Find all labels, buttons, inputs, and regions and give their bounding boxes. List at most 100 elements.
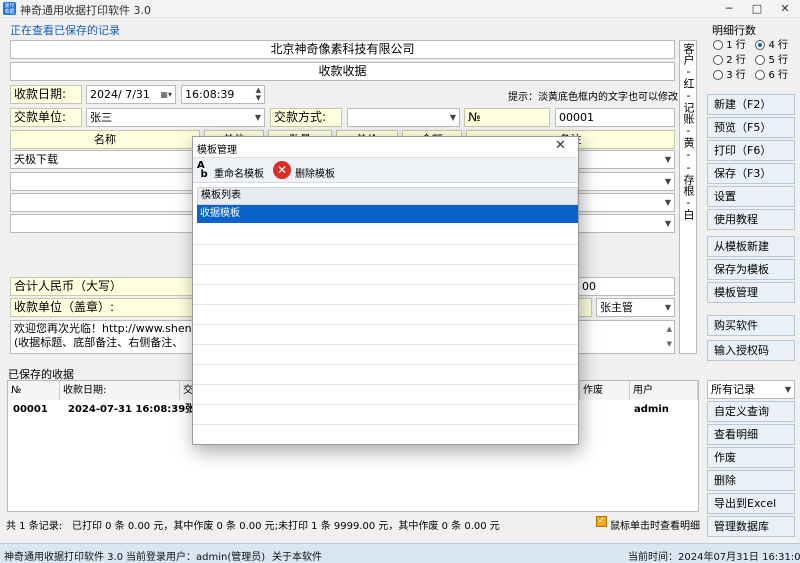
radio-4-row[interactable]: 4 行 [755,40,788,51]
radio-1-row[interactable]: 1 行 [713,40,746,51]
side-note-field[interactable]: 客户-红-记账-黄--存根-白 [679,40,697,354]
chevron-down-icon: ▼ [664,303,671,312]
chevron-down-icon: ▼ [664,219,671,228]
summary-printed: 已打印 0 条 0.00 元，其中作废 0 条 0.00 元; [72,521,279,532]
minimize-button[interactable]: ─ [716,0,742,18]
detail-rows-title: 明细行数 [712,24,756,37]
payer-label[interactable]: 交款单位: [10,108,82,127]
view-detail-button[interactable]: 查看明细 [707,424,795,445]
calendar-icon[interactable]: ▦▾ [160,86,172,103]
settings-button[interactable]: 设置 [707,186,795,207]
new-button[interactable]: 新建（F2） [707,94,795,115]
chevron-down-icon: ▼ [784,385,791,394]
buy-software-button[interactable]: 购买软件 [707,315,795,336]
delete-button[interactable]: 删除 [707,470,795,491]
saved-col-void[interactable]: 作废 [580,381,630,400]
receipt-title-field[interactable]: 收款收据 [10,62,675,81]
row-user: admin [634,404,669,415]
export-excel-button[interactable]: 导出到Excel [707,493,795,514]
handler-select[interactable]: 张主管 ▼ [596,298,675,317]
void-button[interactable]: 作废 [707,447,795,468]
item-row-3-name[interactable] [10,193,200,212]
col-name-header[interactable]: 名称 [10,130,200,149]
method-label[interactable]: 交款方式: [270,108,342,127]
record-filter-select[interactable]: 所有记录 ▼ [707,380,795,399]
row-no: 00001 [13,404,48,415]
about-link[interactable]: 关于本软件 [272,548,322,563]
rename-icon: A b [197,160,208,180]
number-label[interactable]: № [464,108,550,127]
handler-value: 张主管 [600,301,633,314]
title-bar: 速印收据 神奇通用收据打印软件 3.0 ─ □ ✕ [0,0,800,18]
total-amount-field[interactable]: 00 [578,277,675,296]
status-app-name: 神奇通用收据打印软件 3.0 [4,552,124,563]
item-row-2-note[interactable]: ▼ [578,172,675,191]
side-note-text: 客户-红-记账-黄--存根-白 [682,43,695,220]
template-manage-button[interactable]: 模板管理 [707,282,795,303]
chevron-down-icon: ▼ [664,155,671,164]
manage-database-button[interactable]: 管理数据库 [707,516,795,537]
save-as-template-button[interactable]: 保存为模板 [707,259,795,280]
hint-text: 提示：淡黄底色框内的文字也可以修改 [508,92,678,103]
saved-col-date[interactable]: 收款日期: [60,381,180,400]
delete-x-icon: ✕ [273,161,291,179]
custom-query-button[interactable]: 自定义查询 [707,401,795,422]
license-code-button[interactable]: 输入授权码 [707,340,795,361]
spinner-icon[interactable]: ▲ ▼ [256,86,261,102]
chevron-down-icon: ▼ [664,177,671,186]
date-picker[interactable]: 2024/ 7/31 ▦▾ [86,85,176,104]
maximize-button[interactable]: □ [744,0,770,18]
radio-3-row[interactable]: 3 行 [713,70,746,81]
handler-label[interactable] [578,298,592,317]
close-window-button[interactable]: ✕ [772,0,798,18]
stamp-label[interactable]: 收款单位（盖章）: [10,298,200,317]
window-title: 神奇通用收据打印软件 3.0 [20,4,151,17]
item-row-1-name[interactable]: 天极下载 [10,150,200,169]
saved-col-no[interactable]: № [8,381,60,400]
dialog-title: 模板管理 [197,145,237,156]
time-picker[interactable]: 16:08:39 ▲ ▼ [181,85,265,104]
status-user: 当前登录用户：admin(管理员) [126,552,266,563]
company-field[interactable]: 北京神奇像素科技有限公司 [10,40,675,59]
app-logo-icon: 速印收据 [3,2,16,15]
preview-button[interactable]: 预览（F5） [707,117,795,138]
dialog-close-icon[interactable]: ✕ [555,138,566,153]
radio-5-row[interactable]: 5 行 [755,55,788,66]
chevron-down-icon: ▼ [664,198,671,207]
item-row-3-note[interactable]: ▼ [578,193,675,212]
total-label[interactable]: 合计人民币（大写） [10,277,200,296]
radio-6-row[interactable]: 6 行 [755,70,788,81]
dialog-toolbar: A b 重命名模板 ✕ 删除模板 [193,157,578,183]
print-button[interactable]: 打印（F6） [707,140,795,161]
item-row-4-name[interactable] [10,214,200,233]
view-detail-checkbox[interactable]: ✓ [596,516,607,527]
chevron-down-icon: ▼ [449,113,456,122]
time-value: 16:08:39 [185,88,235,101]
scroll-arrows-icon[interactable]: ▲ ▼ [667,322,672,352]
template-list-item-selected[interactable]: 收据模板 [197,205,578,223]
number-field[interactable]: 00001 [555,108,675,127]
payer-select[interactable]: 张三 ▼ [86,108,265,127]
radio-2-row[interactable]: 2 行 [713,55,746,66]
saved-col-user[interactable]: 用户 [630,381,698,400]
summary-count: 共 1 条记录: [6,521,63,532]
template-list-header[interactable]: 模板列表 [197,187,578,205]
rename-template-label: 重命名模板 [214,169,264,180]
payer-value: 张三 [90,111,112,124]
date-label[interactable]: 收款日期: [10,85,82,104]
item-row-1-note[interactable]: ▼ [578,150,675,169]
detail-rows-group: 1 行 4 行 2 行 5 行 3 行 6 行 [713,38,793,83]
item-row-2-name[interactable] [10,172,200,191]
date-value: 2024/ 7/31 [90,88,150,101]
tutorial-button[interactable]: 使用教程 [707,209,795,230]
dialog-title-bar: 模板管理 ✕ [193,137,578,157]
template-manage-dialog: 模板管理 ✕ A b 重命名模板 ✕ 删除模板 模板列表 收据模板 [192,136,579,445]
status-time: 当前时间：2024年07月31日 16:31:04 [628,552,800,563]
item-row-4-note[interactable]: ▼ [578,214,675,233]
new-from-template-button[interactable]: 从模板新建 [707,236,795,257]
summary-unprinted: 未打印 1 条 9999.00 元，其中作废 0 条 0.00 元 [278,521,500,532]
status-bar: 神奇通用收据打印软件 3.0 当前登录用户：admin(管理员) 关于本软件 当… [0,543,800,563]
view-status-label: 正在查看已保存的记录 [10,24,120,37]
save-button[interactable]: 保存（F3） [707,163,795,184]
method-select[interactable]: ▼ [347,108,460,127]
